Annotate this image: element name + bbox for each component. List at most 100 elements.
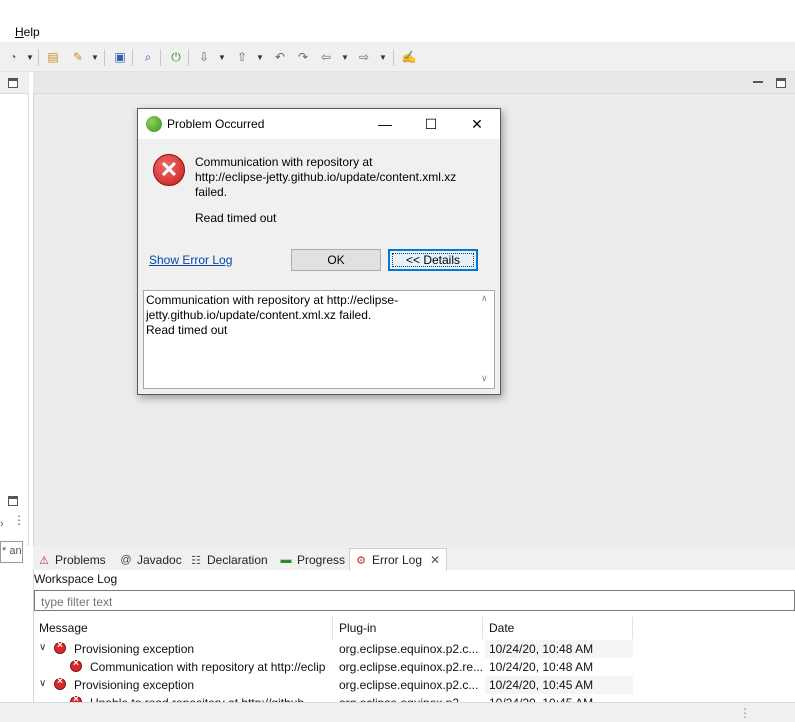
cell-message: Provisioning exception [74,678,195,692]
chevron-down-icon[interactable]: ∨ [39,642,46,653]
cell-message: Communication with repository at http://… [90,660,326,674]
cell-message: Provisioning exception [74,642,195,656]
dialog-message: Communication with repository at http://… [195,155,457,199]
spring-boot-icon[interactable]: ⏻ [168,49,184,65]
editor-tab-bar [33,72,795,94]
tab-javadoc[interactable]: @ Javadoc [119,550,182,570]
left-view-tab [0,72,29,94]
spring-leaf-icon [146,116,162,132]
cell-date: 10/24/20, 10:48 AM [485,640,633,658]
column-message[interactable]: Message [34,617,333,639]
menu-bar: Help [0,22,795,42]
cell-date: 10/24/20, 10:45 AM [485,676,633,694]
error-icon [54,676,66,690]
prev-annotation-icon[interactable]: ⇧ [234,49,250,65]
new-wizard-icon[interactable]: ◔ [5,49,21,65]
toolbar-separator [188,49,189,66]
chevron-down-icon[interactable]: ▼ [379,49,387,65]
cell-date: 10/24/20, 10:45 AM [485,694,633,702]
main-toolbar: ◔ ▼ ▤ ✎ ▼ ▣ ⌕ ⏻ ⇩ ▼ ⇧ ▼ ↶ ↷ ⇦ ▼ ⇨ ▼ ✍ [0,42,795,72]
tab-error-log[interactable]: ⚙ Error Log ✕ [349,548,448,571]
details-button[interactable]: << Details [388,249,478,271]
tab-label: Declaration [207,553,268,567]
workspace-log-label: Workspace Log [34,572,118,586]
minimize-window-button[interactable]: — [362,109,408,139]
tab-label: Error Log [372,553,423,567]
tab-label: Javadoc [137,553,182,567]
search-icon[interactable]: ⌕ [140,49,156,65]
tab-progress[interactable]: ▬ Progress [279,550,346,570]
javadoc-icon: @ [120,554,132,566]
ok-button[interactable]: OK [291,249,381,271]
next-annotation-icon[interactable]: ⇩ [196,49,212,65]
problem-dialog: Problem Occurred — ☐ ✕ ✕ Communication w… [137,108,501,395]
bottom-left-panel: › ⋮ [0,490,25,710]
cell-plugin: org.eclipse.equinox.p2.c... [339,678,479,692]
close-icon[interactable]: ✕ [430,553,440,567]
monitor-icon[interactable]: ▣ [112,49,128,65]
open-icon[interactable]: ▤ [45,49,61,65]
status-bar: ⋮ [0,702,795,722]
tab-problems[interactable]: ⚠ Problems [37,550,106,570]
log-table-header: Message Plug-in Date [34,617,795,639]
details-text: Communication with repository at http://… [146,293,399,337]
tab-label: Problems [55,553,106,567]
progress-icon: ▬ [280,554,292,566]
dialog-title: Problem Occurred [167,117,265,131]
table-row[interactable]: ∨ Provisioning exception org.eclipse.equ… [34,640,795,658]
chevron-down-icon[interactable]: ▼ [91,49,99,65]
maximize-icon[interactable] [8,78,18,88]
close-window-button[interactable]: ✕ [454,109,500,139]
error-icon [54,640,66,654]
log-filter-input[interactable] [34,590,795,611]
cell-plugin: org.eclipse.equinox.p2.c... [339,642,479,656]
chevron-down-icon[interactable]: ▼ [256,49,264,65]
scroll-up-icon[interactable]: ∧ [481,293,488,304]
chevron-down-icon[interactable]: ∨ [39,678,46,689]
details-scrollbar[interactable]: ∧ ∨ [478,291,494,388]
table-row[interactable]: Unable to read repository at http://gith… [34,694,795,702]
show-error-log-link[interactable]: Show Error Log [149,253,232,267]
maximize-icon[interactable] [8,496,18,506]
chevron-down-icon[interactable]: ▼ [218,49,226,65]
pin-editor-icon[interactable]: ✍ [401,49,417,65]
left-view-strip [0,72,29,546]
chevron-down-icon[interactable]: ▼ [26,49,34,65]
last-edit-icon[interactable]: ↶ [272,49,288,65]
view-menu-icon[interactable]: ⋮ [13,514,25,526]
cell-plugin: org.eclipse.equinox.p2.re... [339,660,483,674]
minimize-icon[interactable] [753,81,763,83]
cell-message: Unable to read repository at http://gith… [86,694,334,702]
toolbar-separator [38,49,39,66]
toolbar-separator [104,49,105,66]
forward-icon[interactable]: ⇨ [356,49,372,65]
details-text-area[interactable]: Communication with repository at http://… [143,290,495,389]
column-date[interactable]: Date [484,617,633,639]
toolbar-separator [160,49,161,66]
cell-plugin: org.eclipse.equinox.p2... [335,694,483,702]
tab-declaration[interactable]: ☷ Declaration [189,550,268,570]
cell-date: 10/24/20, 10:48 AM [489,660,594,674]
table-row[interactable]: ∨ Provisioning exception org.eclipse.equ… [34,676,795,694]
maximize-window-button[interactable]: ☐ [408,109,454,139]
error-icon [70,658,82,672]
table-row[interactable]: Communication with repository at http://… [34,658,795,676]
status-grip-icon: ⋮ [739,706,751,720]
dialog-titlebar[interactable]: Problem Occurred — ☐ ✕ [138,109,500,139]
chevron-right-icon[interactable]: › [0,518,4,530]
forward-history-icon[interactable]: ↷ [295,49,311,65]
maximize-icon[interactable] [776,78,786,88]
dialog-reason: Read timed out [195,211,277,225]
toolbar-separator [132,49,133,66]
error-log-icon: ⚙ [356,554,366,567]
chevron-down-icon[interactable]: ▼ [341,49,349,65]
run-icon[interactable]: ✎ [70,49,86,65]
menu-help[interactable]: Help [15,25,40,39]
back-icon[interactable]: ⇦ [318,49,334,65]
scroll-down-icon[interactable]: ∨ [481,373,488,384]
left-filter-input[interactable]: * an [0,541,23,563]
column-plugin[interactable]: Plug-in [334,617,483,639]
error-icon: ✕ [153,154,185,186]
problems-icon: ⚠ [39,554,49,567]
toolbar-separator [393,49,394,66]
